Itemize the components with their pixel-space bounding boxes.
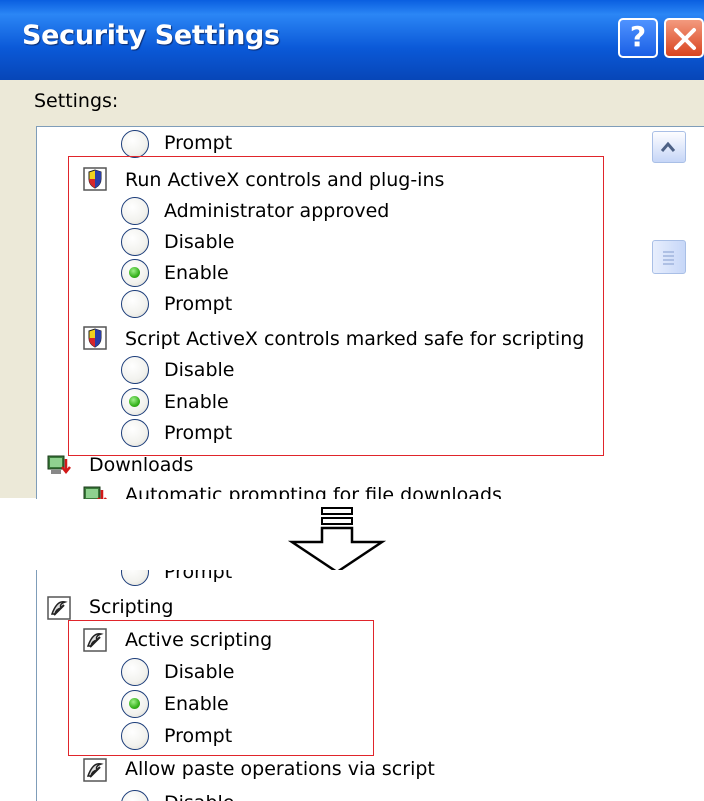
downloads-icon — [47, 455, 71, 475]
paste-label: Allow paste operations via script — [125, 758, 435, 780]
close-button[interactable] — [664, 18, 704, 58]
close-icon — [674, 28, 696, 50]
scripting-icon — [47, 596, 71, 620]
settings-label: Settings: — [34, 90, 119, 112]
help-icon: ? — [629, 20, 647, 53]
scripting-icon — [83, 758, 107, 782]
option-label: Prompt — [164, 132, 233, 154]
highlight-box-scripting — [68, 620, 374, 756]
radio-disable[interactable] — [121, 790, 149, 801]
option-label: Disable — [164, 792, 234, 801]
downloads-label: Downloads — [89, 454, 194, 476]
radio-prompt-top[interactable] — [121, 130, 149, 158]
scrollbar-thumb[interactable] — [652, 240, 686, 274]
down-arrow-icon — [287, 507, 387, 574]
downloads-icon — [83, 486, 107, 499]
grip-icon — [663, 251, 674, 265]
scripting-label: Scripting — [89, 596, 174, 618]
auto-prompt-label: Automatic prompting for file downloads — [125, 484, 502, 499]
dialog-title: Security Settings — [22, 20, 280, 51]
help-button[interactable]: ? — [618, 18, 658, 58]
highlight-box-activex — [68, 156, 604, 456]
scroll-up-button[interactable] — [652, 131, 686, 163]
radio-prompt-top[interactable] — [121, 570, 149, 586]
chevron-up-icon — [660, 141, 676, 152]
option-label: Prompt — [164, 570, 233, 583]
